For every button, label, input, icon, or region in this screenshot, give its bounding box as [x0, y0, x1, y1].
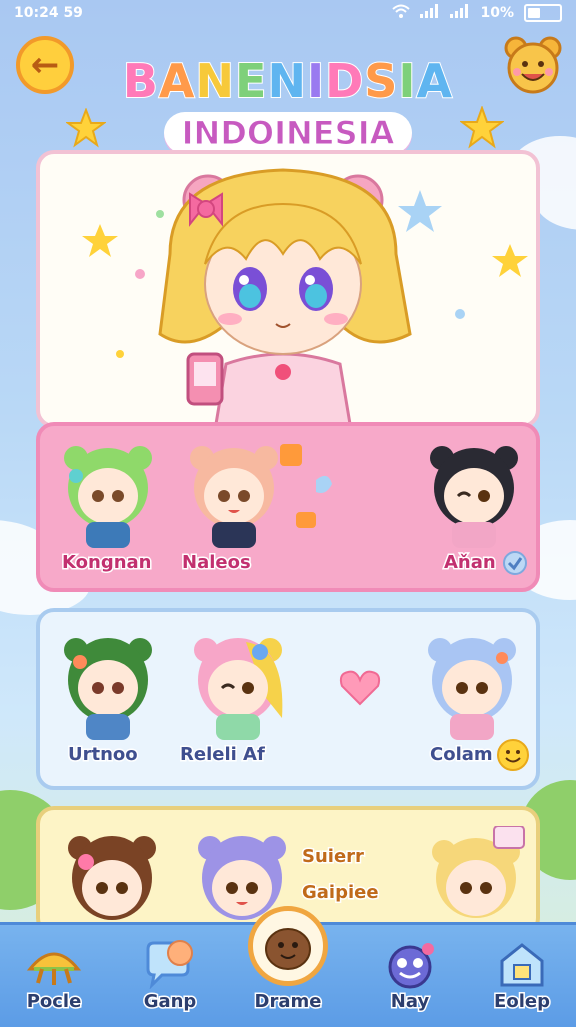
- nav-label: Ganp: [142, 990, 198, 1014]
- title-letter: S: [363, 53, 399, 109]
- character-chibi[interactable]: [56, 628, 160, 740]
- nav-label: Drame: [253, 990, 323, 1014]
- row-label: Suierr: [301, 845, 366, 869]
- title-letter: A: [416, 53, 454, 109]
- star-icon: [66, 108, 106, 148]
- character-name: Releli Af: [179, 743, 267, 767]
- character-chibi[interactable]: [60, 826, 164, 936]
- character-chibi[interactable]: [422, 436, 526, 548]
- heart-icon: [339, 670, 381, 706]
- nav-label: Nay: [389, 990, 430, 1014]
- character-row-blue: Urtnoo Releli Af Colam: [36, 608, 540, 790]
- title-letter: N: [266, 53, 307, 109]
- character-name: Urtnoo: [67, 743, 140, 767]
- title-letter: A: [158, 53, 196, 109]
- chat-bubble-icon: [146, 940, 193, 989]
- title-letter: I: [397, 53, 417, 109]
- title-letter: I: [306, 53, 326, 109]
- row-label: Gaipiee: [301, 881, 381, 905]
- monster-icon: [388, 943, 434, 989]
- character-name: Aňan: [443, 551, 498, 575]
- character-name: Naleos: [181, 551, 253, 575]
- featured-chibi-illustration: [82, 168, 528, 424]
- character-name: Colam: [429, 743, 495, 767]
- character-name: Kongnan: [60, 551, 153, 575]
- title-letter: E: [234, 53, 268, 109]
- taco-icon: [26, 952, 82, 985]
- speech-bubble-icon: [280, 444, 332, 528]
- nav-label: Eolep: [493, 990, 552, 1014]
- featured-character-card[interactable]: [36, 150, 540, 428]
- character-chibi[interactable]: [424, 826, 528, 936]
- chestnut-icon: [265, 928, 311, 970]
- title-letter: D: [324, 53, 365, 109]
- house-icon: [500, 943, 544, 987]
- character-chibi[interactable]: [56, 436, 160, 548]
- app-title: BANENIDSIA: [0, 53, 576, 109]
- character-chibi[interactable]: [186, 628, 296, 740]
- title-letter: N: [195, 53, 236, 109]
- star-icon: [460, 106, 504, 149]
- center-action-button[interactable]: [248, 906, 328, 986]
- check-badge-icon: [503, 551, 527, 575]
- character-chibi[interactable]: [182, 436, 286, 548]
- character-row-pink: Kongnan Naleos Aňan: [36, 422, 540, 592]
- title-letter: B: [122, 53, 159, 109]
- character-chibi[interactable]: [420, 628, 524, 740]
- nav-label: Pocle: [25, 990, 83, 1014]
- smiley-icon: [497, 739, 529, 771]
